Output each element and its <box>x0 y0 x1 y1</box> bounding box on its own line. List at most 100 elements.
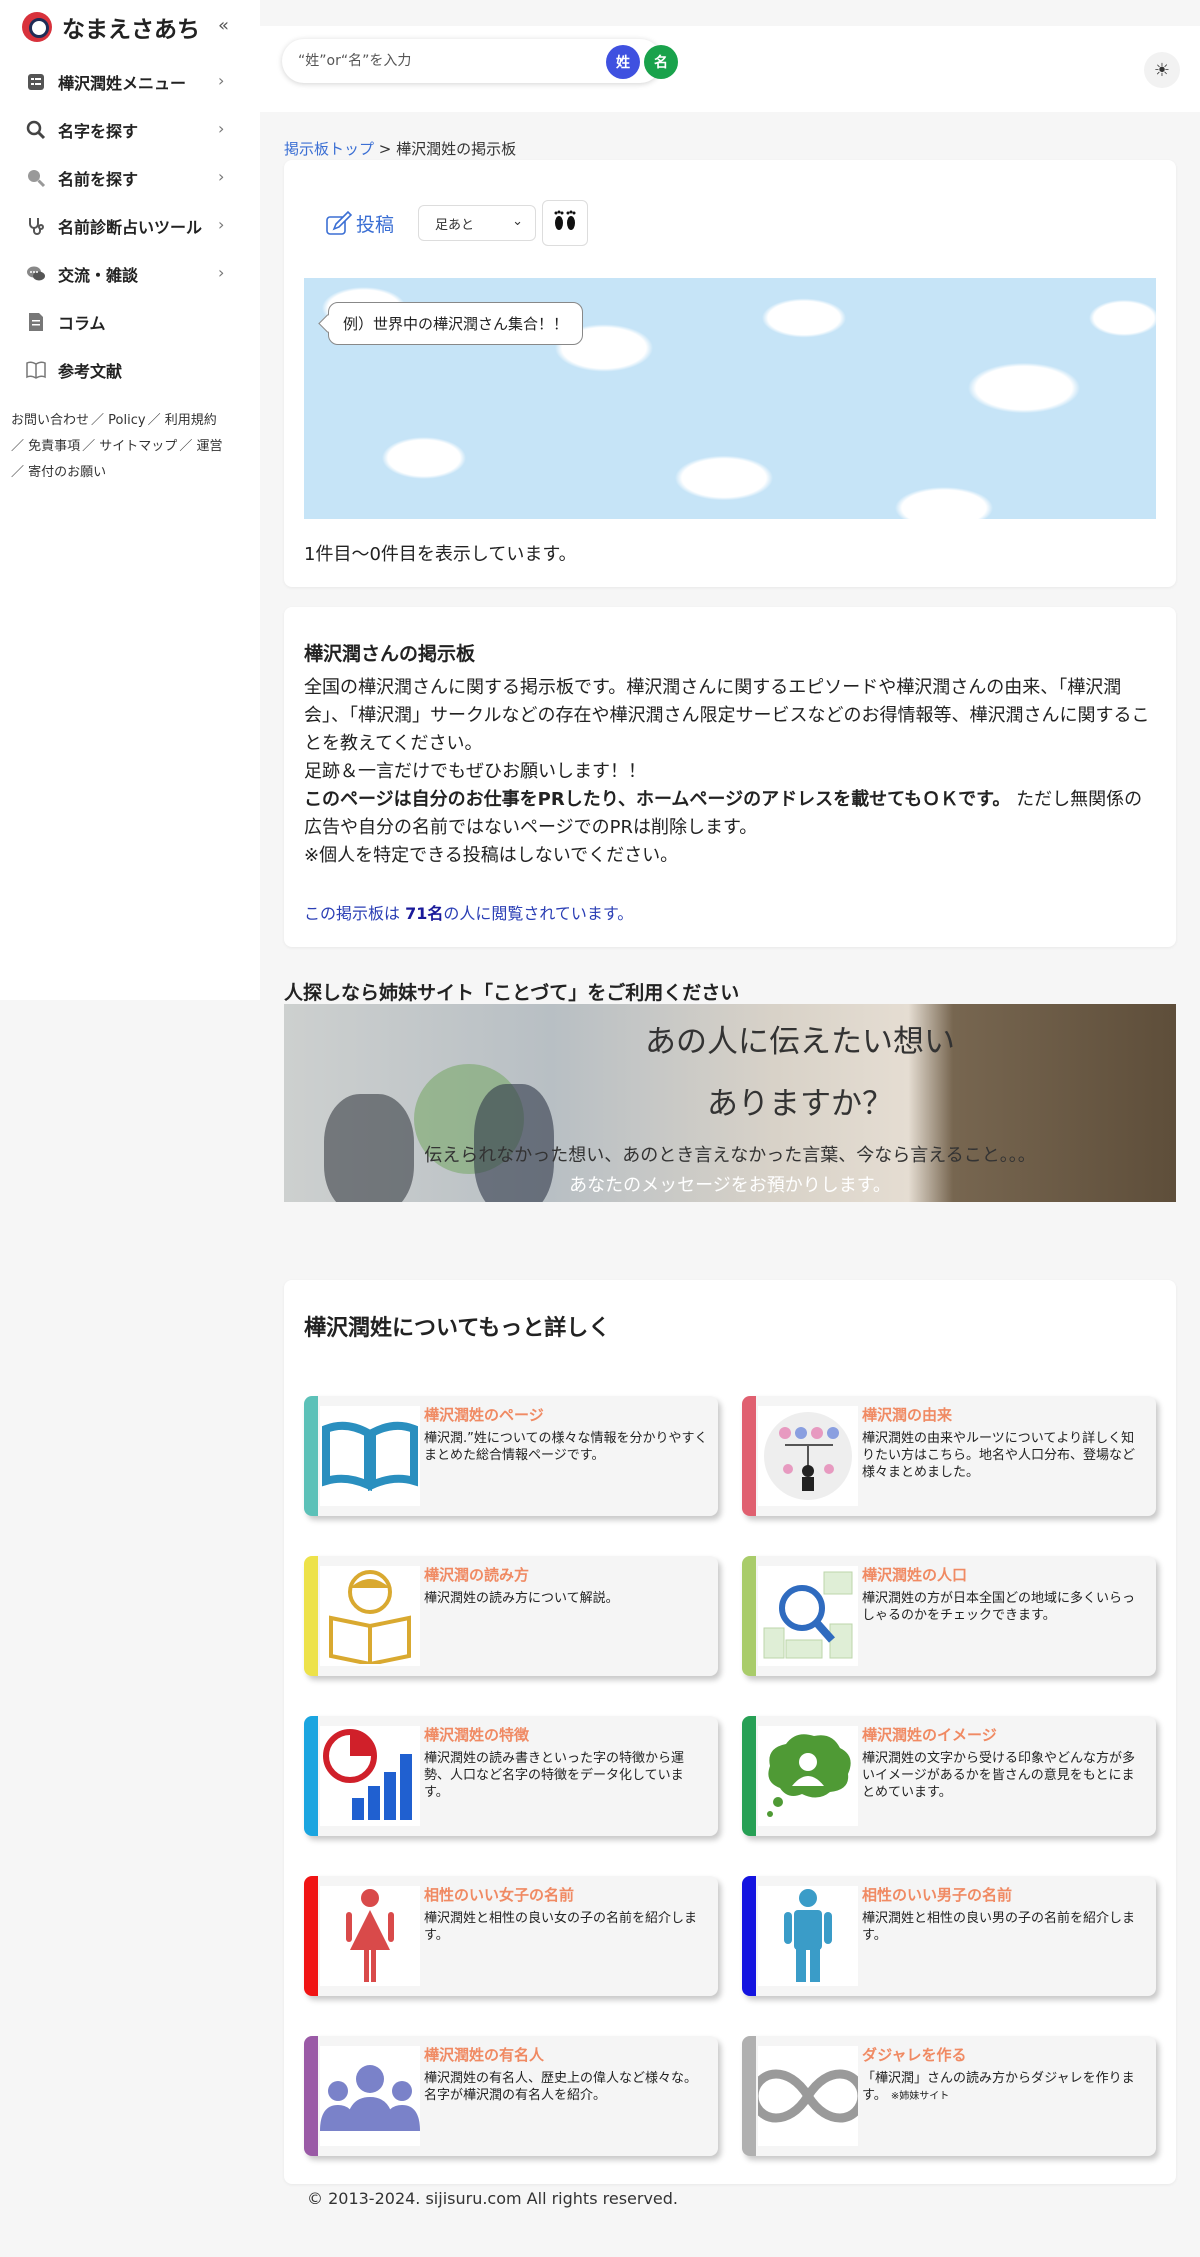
post-button[interactable]: 投稿 <box>324 209 394 237</box>
tile-description: 樺沢潤姓と相性の良い男の子の名前を紹介します。 <box>862 1911 1136 1943</box>
link-policy[interactable]: Policy <box>108 413 145 428</box>
pencil-icon <box>326 210 352 235</box>
post-button-label: 投稿 <box>356 213 395 236</box>
sidebar-nav: 樺沢潤姓メニュー › 名字を探す › 名前を探す › 名前診断占いツール › 交… <box>0 58 260 394</box>
tile-color-bar <box>742 1556 756 1676</box>
chart-icon <box>320 1726 420 1826</box>
link-contact[interactable]: お問い合わせ <box>11 413 89 428</box>
info-paragraph: このページは自分のお仕事をPRしたり、ホームページのアドレスを載せてもＯＫです。… <box>304 786 1156 842</box>
breadcrumb-current: 樺沢潤姓の掲示板 <box>396 140 517 158</box>
sidebar-item-diagnosis-tool[interactable]: 名前診断占いツール › <box>0 202 260 250</box>
sister-site-banner[interactable]: あの人に伝えたい想い ありますか？ 伝えられなかった想い、あのとき言えなかった言… <box>284 1004 1176 1202</box>
tile-color-bar <box>742 1716 756 1836</box>
tile-color-bar <box>304 1876 318 1996</box>
tile-description: 樺沢潤.”姓についての様々な情報を分かりやすくまとめた総合情報ページです。 <box>424 1431 708 1463</box>
chat-icon <box>26 264 46 284</box>
info-paragraph: ※個人を特定できる投稿はしないでください。 <box>304 845 679 866</box>
breadcrumb-home-link[interactable]: 掲示板トップ <box>284 140 374 158</box>
group-icon <box>320 2046 420 2146</box>
search-box: 姓 名 <box>282 39 678 83</box>
view-count-suffix: の人に閲覧されています。 <box>443 904 634 923</box>
info-paragraph: 足跡＆一言だけでもぜひお願いします！！ <box>304 761 646 782</box>
link-sitemap[interactable]: サイトマップ <box>99 439 177 454</box>
sort-select[interactable]: 足あと ⌄ <box>418 205 537 241</box>
tile-reading[interactable]: 樺沢潤の読み方 樺沢潤姓の読み方について解説。 <box>304 1556 718 1676</box>
copyright: © 2013-2024. sijisuru.com All rights res… <box>307 2189 678 2208</box>
more-info-card: 樺沢潤姓についてもっと詳しく 樺沢潤姓のページ 樺沢潤.”姓についての様々な情報… <box>284 1280 1176 2184</box>
search-surname-button[interactable]: 姓 <box>606 45 640 79</box>
link-donate[interactable]: 寄付のお願い <box>28 465 106 480</box>
more-info-title: 樺沢潤姓についてもっと詳しく <box>304 1316 611 1341</box>
tile-description: 樺沢潤姓の方が日本全国どの地域に多くいらっしゃるのかをチェックできます。 <box>862 1591 1136 1623</box>
link-terms[interactable]: 利用規約 <box>165 413 217 428</box>
search-input[interactable] <box>298 49 568 73</box>
info-paragraph: 全国の樺沢潤さんに関する掲示板です。樺沢潤さんに関するエピソードや樺沢潤さんの由… <box>304 677 1150 754</box>
sun-icon[interactable]: ☀ <box>1144 52 1180 88</box>
view-count: この掲示板は 71名の人に閲覧されています。 <box>304 900 1156 924</box>
sidebar-item-label: 名前を探す <box>58 170 139 189</box>
tile-population[interactable]: 樺沢潤姓の人口 樺沢潤姓の方が日本全国どの地域に多くいらっしゃるのかをチェックで… <box>742 1556 1156 1676</box>
tile-color-bar <box>742 2036 756 2156</box>
tile-celebrities[interactable]: 樺沢潤姓の有名人 樺沢潤姓の有名人、歴史上の偉人など様々な。名字が樺沢潤の有名人… <box>304 2036 718 2156</box>
sidebar-item-surname-menu[interactable]: 樺沢潤姓メニュー › <box>0 58 260 106</box>
logo-text: なまえさあち <box>62 17 200 43</box>
tile-boy-names[interactable]: 相性のいい男子の名前 樺沢潤姓と相性の良い男の子の名前を紹介します。 <box>742 1876 1156 1996</box>
chevron-right-icon: › <box>218 215 225 234</box>
example-speech-bubble: 例）世界中の樺沢潤さん集合！！ <box>328 302 584 345</box>
sidebar-item-label: 名字を探す <box>58 122 139 141</box>
breadcrumb: 掲示板トップ > 樺沢潤姓の掲示板 <box>284 138 516 159</box>
footprint-button[interactable] <box>542 200 589 246</box>
board-info-card: 樺沢潤さんの掲示板 全国の樺沢潤さんに関する掲示板です。樺沢潤さんに関するエピソ… <box>284 607 1176 947</box>
info-bold-text: このページは自分のお仕事をPRしたり、ホームページのアドレスを載せてもＯＫです。 <box>304 789 1011 810</box>
tile-surname-page[interactable]: 樺沢潤姓のページ 樺沢潤.”姓についての様々な情報を分かりやすくまとめた総合情報… <box>304 1396 718 1516</box>
topbar: 姓 名 ☀ <box>260 26 1200 112</box>
sidebar-item-column[interactable]: コラム <box>0 298 260 346</box>
female-icon <box>320 1886 420 1986</box>
sidebar-item-label: 樺沢潤姓メニュー <box>58 74 187 93</box>
sister-site-note: ※姉妹サイト <box>890 2091 950 2102</box>
link-disclaimer[interactable]: 免責事項 <box>28 439 80 454</box>
tile-color-bar <box>742 1876 756 1996</box>
sidebar-item-chat[interactable]: 交流・雑談 › <box>0 250 260 298</box>
sidebar-item-references[interactable]: 参考文献 <box>0 346 260 394</box>
tile-color-bar <box>304 2036 318 2156</box>
tile-color-bar <box>304 1396 318 1516</box>
board-card: 投稿 足あと ⌄ 例）世界中の樺沢潤さん集合！！ 1件目〜0件目を表示しています… <box>284 160 1176 587</box>
sidebar-item-find-name[interactable]: 名前を探す › <box>0 154 260 202</box>
tile-characteristics[interactable]: 樺沢潤姓の特徴 樺沢潤姓の読み書きといった字の特徴から運勢、人口など名字の特徴を… <box>304 1716 718 1836</box>
tile-surname-origin[interactable]: 樺沢潤の由来 樺沢潤姓の由来やルーツについてより詳しく知りたい方はこちら。地名や… <box>742 1396 1156 1516</box>
tile-title: 樺沢潤姓のページ <box>424 1406 544 1424</box>
document-icon <box>26 312 46 332</box>
banner-subtext: 伝えられなかった想い、あのとき言えなかった言葉、今なら言えること。。。 <box>424 1145 1036 1166</box>
link-operator[interactable]: 運営 <box>196 439 222 454</box>
board-message-area: 例）世界中の樺沢潤さん集合！！ <box>304 278 1156 519</box>
tile-description: 樺沢潤姓の読み書きといった字の特徴から運勢、人口など名字の特徴をデータ化していま… <box>424 1751 685 1800</box>
sort-select-value: 足あと <box>435 217 475 233</box>
sidebar-item-find-surname[interactable]: 名字を探す › <box>0 106 260 154</box>
sidebar-item-label: 参考文献 <box>58 362 123 381</box>
search-givenname-button[interactable]: 名 <box>644 45 678 79</box>
tile-color-bar <box>304 1556 318 1676</box>
search-icon <box>26 168 46 188</box>
tile-image[interactable]: 樺沢潤姓のイメージ 樺沢潤姓の文字から受ける印象やどんな方が多いイメージがあるか… <box>742 1716 1156 1836</box>
tile-title: 相性のいい男子の名前 <box>862 1886 1013 1904</box>
tile-title: 樺沢潤姓の人口 <box>862 1566 968 1584</box>
tile-title: 相性のいい女子の名前 <box>424 1886 575 1904</box>
banner-headline: あの人に伝えたい想い <box>645 1024 955 1060</box>
sidebar-item-label: コラム <box>58 314 106 333</box>
tile-title: 樺沢潤姓の特徴 <box>424 1726 530 1744</box>
tile-girl-names[interactable]: 相性のいい女子の名前 樺沢潤姓と相性の良い女の子の名前を紹介します。 <box>304 1876 718 1996</box>
tile-dajare[interactable]: ダジャレを作る 「樺沢潤」さんの読み方からダジャレを作ります。 ※姉妹サイト <box>742 2036 1156 2156</box>
search-icon <box>26 120 46 140</box>
tile-color-bar <box>742 1396 756 1516</box>
tile-title: 樺沢潤の読み方 <box>424 1566 530 1584</box>
collapse-sidebar-icon[interactable]: « <box>218 15 229 36</box>
book-icon <box>26 360 46 380</box>
tile-description: 樺沢潤姓の文字から受ける印象やどんな方が多いイメージがあるかを皆さんの意見をもと… <box>862 1751 1136 1800</box>
sidebar-footer-links: お問い合わせ／ Policy ／ 利用規約／ 免責事項／ サイトマップ／ 運営／ … <box>11 413 223 480</box>
view-count-prefix: この掲示板は <box>304 904 406 923</box>
list-icon <box>26 72 46 92</box>
chevron-down-icon: ⌄ <box>512 214 524 229</box>
chevron-right-icon: › <box>218 263 225 282</box>
chevron-right-icon: › <box>218 167 225 186</box>
